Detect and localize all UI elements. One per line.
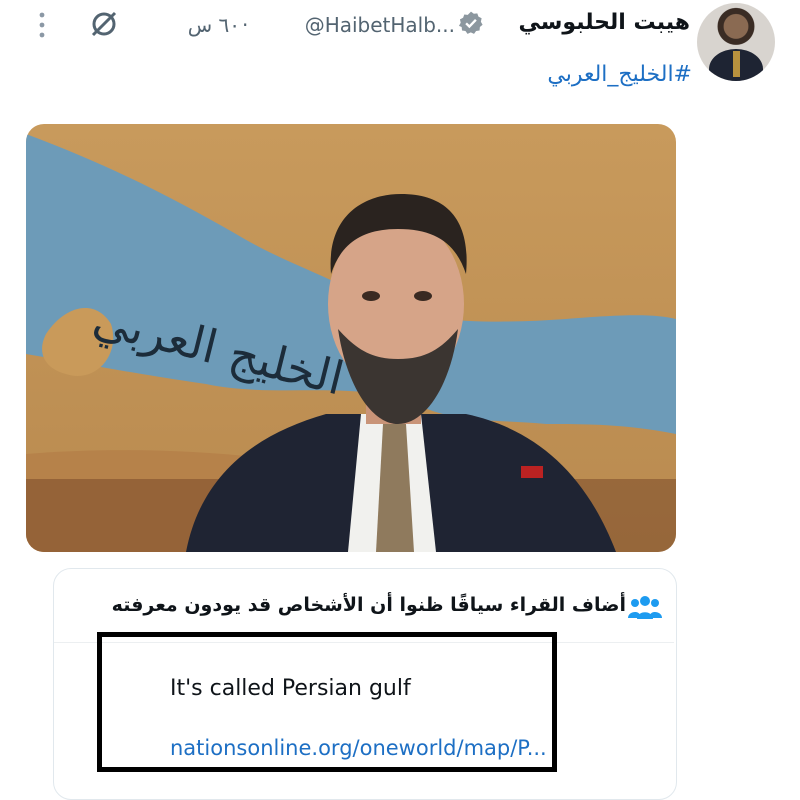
tweet-image[interactable]: الخليج العربي: [26, 124, 676, 552]
handle[interactable]: @HaibetHalb...: [262, 13, 455, 37]
hashtag-link[interactable]: #الخليج_العربي: [420, 62, 692, 87]
highlight-box: [97, 632, 557, 772]
display-name[interactable]: هيبت الحلبوسي: [500, 10, 690, 35]
verified-badge-icon: [458, 11, 483, 34]
grok-icon[interactable]: [88, 8, 120, 40]
more-icon[interactable]: [34, 10, 50, 40]
community-note-header: أضاف القراء سياقًا ظنوا أن الأشخاص قد يو…: [111, 594, 626, 616]
avatar[interactable]: [697, 3, 775, 81]
separator-dot: ·: [242, 13, 249, 37]
timestamp[interactable]: ٦٠ س: [155, 13, 240, 37]
people-icon: [628, 596, 662, 619]
